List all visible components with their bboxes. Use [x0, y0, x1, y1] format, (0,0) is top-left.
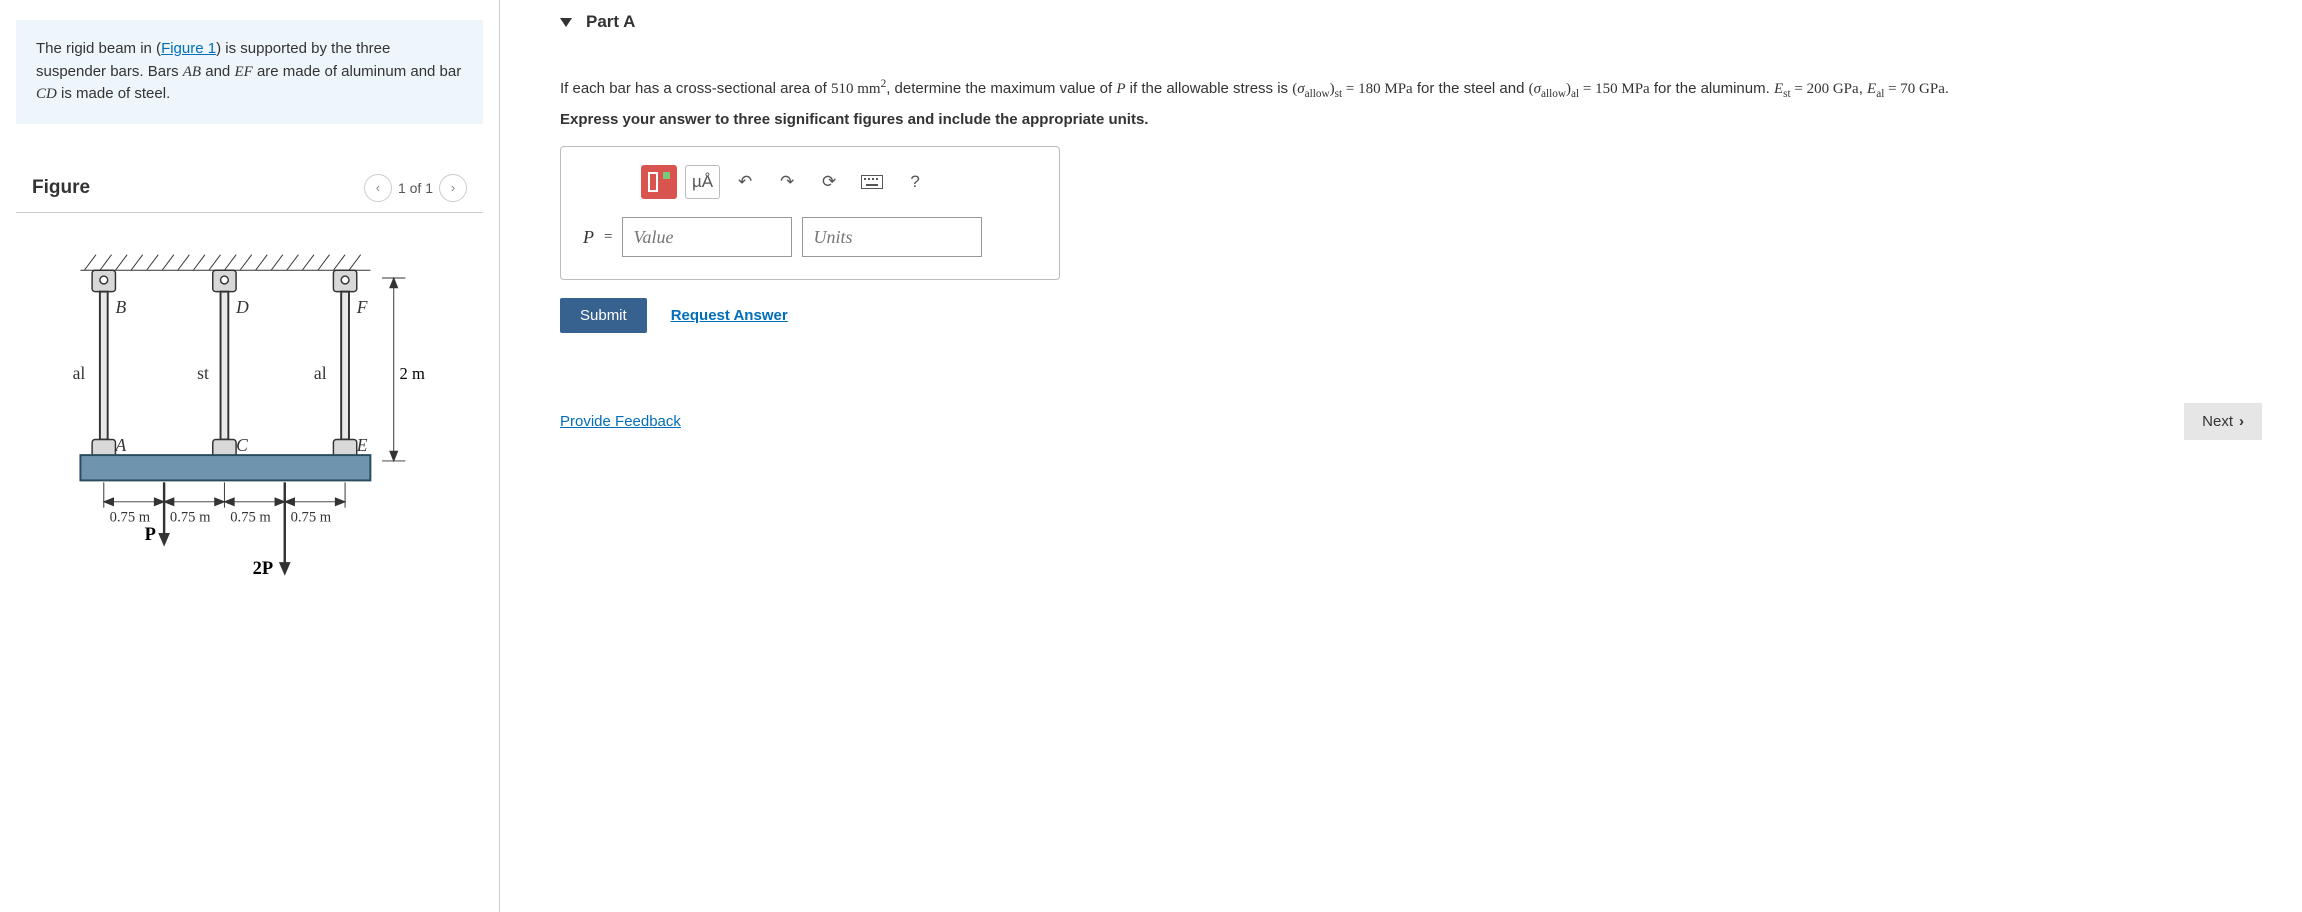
next-button[interactable]: Next › — [2184, 403, 2262, 440]
chevron-right-icon: › — [2239, 413, 2244, 430]
svg-text:D: D — [235, 297, 249, 317]
provide-feedback-link[interactable]: Provide Feedback — [560, 413, 681, 430]
caret-down-icon — [560, 18, 572, 27]
svg-text:C: C — [236, 435, 248, 455]
svg-text:0.75 m: 0.75 m — [230, 509, 271, 525]
answer-row: P = — [583, 217, 1037, 257]
answer-box: µÅ ↶ ↷ ⟳ ? P = — [560, 146, 1060, 280]
figure-header: Figure ‹ 1 of 1 › — [16, 164, 483, 213]
svg-text:2P: 2P — [253, 557, 274, 577]
figure-prev-button[interactable]: ‹ — [364, 174, 392, 202]
reset-button[interactable]: ⟳ — [812, 165, 846, 199]
intro-text: The rigid beam in ( — [36, 40, 161, 57]
answer-toolbar: µÅ ↶ ↷ ⟳ ? — [641, 165, 1037, 199]
help-button[interactable]: ? — [898, 165, 932, 199]
undo-button[interactable]: ↶ — [728, 165, 762, 199]
bar-ef: EF — [234, 64, 252, 80]
answer-variable: P — [583, 227, 594, 248]
request-answer-link[interactable]: Request Answer — [671, 307, 788, 324]
svg-text:al: al — [73, 363, 86, 383]
part-header[interactable]: Part A — [560, 0, 2262, 46]
problem-statement: The rigid beam in (Figure 1) is supporte… — [16, 20, 483, 124]
value-input[interactable] — [622, 217, 792, 257]
units-input[interactable] — [802, 217, 982, 257]
svg-text:B: B — [115, 297, 126, 317]
bar-ab: AB — [183, 64, 201, 80]
figure-image: B D F al st al A C E — [0, 213, 499, 637]
templates-button[interactable] — [641, 165, 677, 199]
question-hint: Express your answer to three significant… — [560, 111, 2262, 128]
svg-text:st: st — [197, 363, 209, 383]
special-chars-button[interactable]: µÅ — [685, 165, 720, 199]
svg-text:E: E — [356, 435, 368, 455]
svg-text:F: F — [356, 297, 368, 317]
svg-text:A: A — [114, 435, 126, 455]
svg-text:0.75 m: 0.75 m — [170, 509, 211, 525]
bar-cd: CD — [36, 86, 57, 102]
next-label: Next — [2202, 413, 2233, 430]
svg-text:P: P — [145, 523, 156, 543]
keyboard-button[interactable] — [854, 165, 890, 199]
figure-title: Figure — [32, 177, 90, 199]
svg-text:0.75 m: 0.75 m — [291, 509, 332, 525]
svg-text:al: al — [314, 363, 327, 383]
figure-next-button[interactable]: › — [439, 174, 467, 202]
redo-button[interactable]: ↷ — [770, 165, 804, 199]
svg-text:2 m: 2 m — [400, 364, 425, 383]
figure-link[interactable]: Figure 1 — [161, 40, 216, 57]
part-title: Part A — [586, 12, 635, 32]
templates-icon — [648, 172, 670, 192]
figure-pager: 1 of 1 — [398, 180, 433, 196]
keyboard-icon — [861, 175, 883, 189]
submit-button[interactable]: Submit — [560, 298, 647, 333]
question-text: If each bar has a cross-sectional area o… — [560, 76, 2262, 103]
